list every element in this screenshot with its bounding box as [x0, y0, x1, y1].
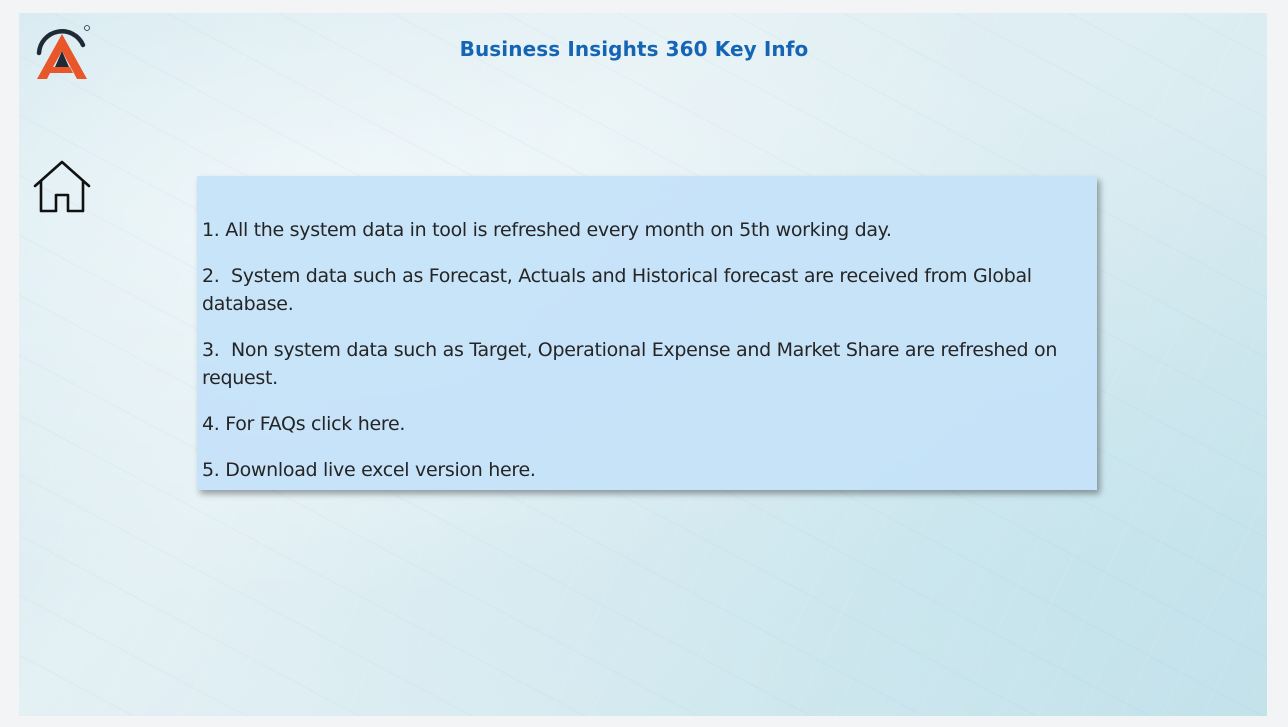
report-canvas: Business Insights 360 Key Info 1. All th… [19, 13, 1267, 716]
info-item-system-data: 2. System data such as Forecast, Actuals… [202, 265, 1038, 315]
home-icon [33, 160, 91, 213]
key-info-panel: 1. All the system data in tool is refres… [197, 176, 1097, 490]
info-item-refresh-schedule: 1. All the system data in tool is refres… [202, 219, 892, 241]
page-title: Business Insights 360 Key Info [459, 37, 809, 61]
download-excel-link[interactable]: 5. Download live excel version here. [202, 456, 1089, 484]
home-button[interactable] [32, 159, 92, 215]
info-item-non-system-data: 3. Non system data such as Target, Opera… [202, 339, 1063, 389]
faqs-link[interactable]: 4. For FAQs click here. [202, 410, 1089, 438]
